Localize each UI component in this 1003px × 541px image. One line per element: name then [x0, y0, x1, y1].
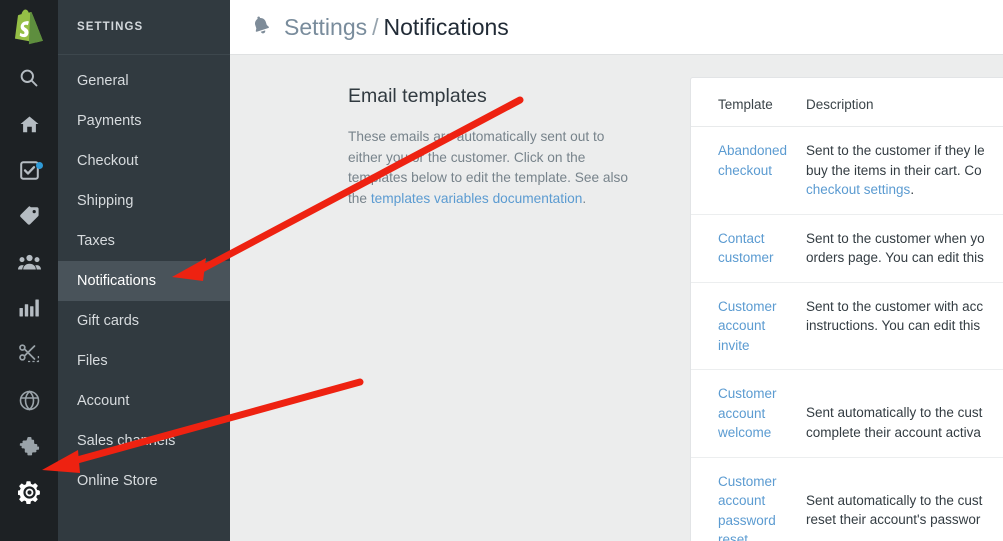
table-row: Customer account password reset Sent aut… — [691, 458, 1003, 541]
discounts-icon[interactable] — [0, 331, 58, 377]
sidebar-item-gift-cards[interactable]: Gift cards — [58, 301, 230, 341]
description-line-suffix: . — [910, 182, 915, 197]
analytics-icon[interactable] — [0, 285, 58, 331]
search-icon[interactable] — [0, 55, 58, 101]
sidebar-item-general[interactable]: General — [58, 61, 230, 101]
column-header-description: Description — [806, 97, 874, 112]
templates-variables-documentation-link[interactable]: templates variables documentation — [371, 191, 583, 206]
orders-badge-dot — [36, 162, 43, 169]
table-header-row: Template Description — [691, 78, 1003, 127]
checkout-settings-link[interactable]: checkout settings — [806, 182, 910, 197]
description-line: complete their account activa — [806, 424, 981, 440]
template-link-customer-account-password-reset[interactable]: Customer account password reset — [691, 472, 806, 541]
breadcrumb-parent[interactable]: Settings — [284, 14, 367, 40]
settings-nav-title: SETTINGS — [77, 21, 144, 33]
template-link-abandoned-checkout[interactable]: Abandoned checkout — [691, 141, 806, 180]
description-line: Sent to the customer with acc — [806, 298, 984, 314]
email-templates-description: Email templates These emails are automat… — [348, 85, 638, 209]
breadcrumb-separator: / — [372, 13, 379, 40]
breadcrumb-current: Notifications — [383, 13, 509, 40]
online-store-icon[interactable] — [0, 377, 58, 423]
description-text: These emails are automatically sent out … — [348, 127, 638, 209]
sidebar-item-sales-channels[interactable]: Sales channels — [58, 421, 230, 461]
table-row: Customer account invite Sent to the cust… — [691, 283, 1003, 370]
sidebar-item-notifications[interactable]: Notifications — [58, 261, 230, 301]
home-icon[interactable] — [0, 101, 58, 147]
sidebar-item-payments[interactable]: Payments — [58, 101, 230, 141]
sidebar-item-files[interactable]: Files — [58, 341, 230, 381]
template-description: Sent to the customer when yo orders page… — [806, 229, 1003, 268]
description-line: Sent automatically to the cust — [806, 492, 983, 508]
description-line: Sent to the customer when yo — [806, 230, 985, 246]
description-line: Sent automatically to the cust — [806, 405, 983, 420]
main-content: Settings / Notifications Email templates T… — [230, 0, 1003, 541]
top-bar: Settings / Notifications — [230, 0, 1003, 55]
sidebar-item-taxes[interactable]: Taxes — [58, 221, 230, 261]
shopify-admin-screen: SETTINGS General Payments Checkout Shipp… — [0, 0, 1003, 541]
bell-icon — [250, 14, 272, 41]
description-line: instructions. You can edit this — [806, 318, 981, 333]
description-body-after: . — [582, 190, 587, 206]
orders-icon[interactable] — [0, 147, 58, 193]
description-line: buy the items in their cart. Co — [806, 162, 982, 178]
page-title: Email templates — [348, 85, 487, 107]
rail-icon-list — [0, 55, 58, 515]
shopify-logo[interactable] — [11, 9, 47, 47]
sidebar-item-account[interactable]: Account — [58, 381, 230, 421]
template-description: Sent automatically to the cust complete … — [806, 384, 1003, 442]
settings-nav-list: General Payments Checkout Shipping Taxes… — [58, 55, 230, 501]
description-line: Sent to the customer if they le — [806, 143, 985, 158]
sidebar-item-shipping[interactable]: Shipping — [58, 181, 230, 221]
template-description: Sent to the customer if they le buy the … — [806, 141, 1003, 200]
description-line: reset their account's passwor — [806, 512, 981, 527]
description-line: checkout settings. — [806, 180, 1003, 200]
table-row: Contact customer Sent to the customer wh… — [691, 215, 1003, 283]
icon-rail — [0, 0, 58, 541]
table-row: Abandoned checkout Sent to the customer … — [691, 127, 1003, 215]
table-row: Customer account welcome Sent automatica… — [691, 370, 1003, 458]
settings-nav-panel: SETTINGS General Payments Checkout Shipp… — [58, 0, 230, 541]
settings-icon[interactable] — [0, 469, 58, 515]
email-templates-table-card: Template Description Abandoned checkout … — [690, 77, 1003, 541]
breadcrumb: Settings / Notifications — [284, 14, 509, 41]
customers-icon[interactable] — [0, 239, 58, 285]
template-description: Sent to the customer with acc instructio… — [806, 297, 1003, 336]
template-link-customer-account-invite[interactable]: Customer account invite — [691, 297, 806, 356]
template-link-customer-account-welcome[interactable]: Customer account welcome — [691, 384, 806, 443]
sidebar-item-checkout[interactable]: Checkout — [58, 141, 230, 181]
template-link-contact-customer[interactable]: Contact customer — [691, 229, 806, 268]
apps-icon[interactable] — [0, 423, 58, 469]
description-line: orders page. You can edit this — [806, 250, 984, 265]
sidebar-item-online-store[interactable]: Online Store — [58, 461, 230, 501]
products-icon[interactable] — [0, 193, 58, 239]
column-header-template: Template — [718, 97, 773, 112]
template-description: Sent automatically to the cust reset the… — [806, 472, 1003, 530]
